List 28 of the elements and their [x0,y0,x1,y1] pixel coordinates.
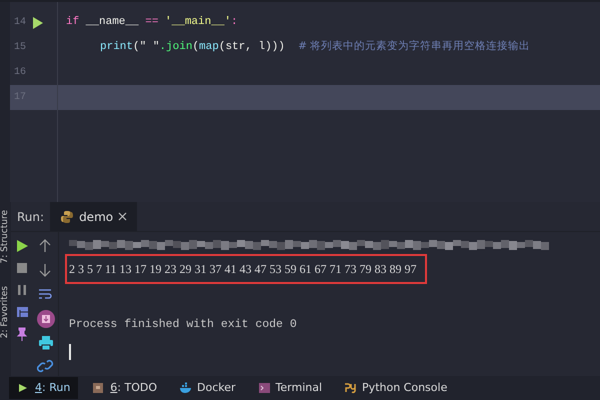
run-tab[interactable]: demo [50,202,138,232]
rerun-icon[interactable] [14,238,30,254]
tool-window-tab[interactable]: 4: Run [9,377,78,400]
python-icon [344,382,358,394]
code-line: if __name__ == '__main__': [65,15,238,30]
terminal-icon [258,382,271,394]
tool-window-tab[interactable]: Docker [171,377,244,400]
line-number: 14 [13,16,28,30]
code-line: print(" ".join(map(str, l))) # 将列表中的元素变为字符串再用空格连接输出 [99,39,530,56]
close-icon[interactable] [118,212,128,222]
console-output: Process finished with exit code 0 [68,317,298,334]
todo-icon [92,382,106,394]
pin-icon[interactable] [14,326,30,342]
run-label: Run: [16,208,46,226]
tool-window-tab[interactable]: 6: TODO [84,377,166,400]
tool-window-tab[interactable]: Python Console [336,377,456,400]
print-icon[interactable] [36,334,54,352]
line-number: 16 [13,66,28,80]
console-output: 2 3 5 7 11 13 17 19 23 29 31 37 41 43 47 53 59 61 67 71 73 79 83 89 97 [65,254,427,284]
scroll-to-end-icon[interactable] [36,310,54,328]
side-tool-tab[interactable]: 2: Favorites [0,286,12,338]
text-cursor [69,344,71,360]
run-icon[interactable] [32,16,44,30]
line-number: 15 [13,41,28,55]
side-tool-tab[interactable]: 7: Structure [0,210,12,264]
python-icon [60,210,74,224]
tool-window-tab[interactable]: Terminal [250,377,330,400]
whale-icon [179,382,192,394]
